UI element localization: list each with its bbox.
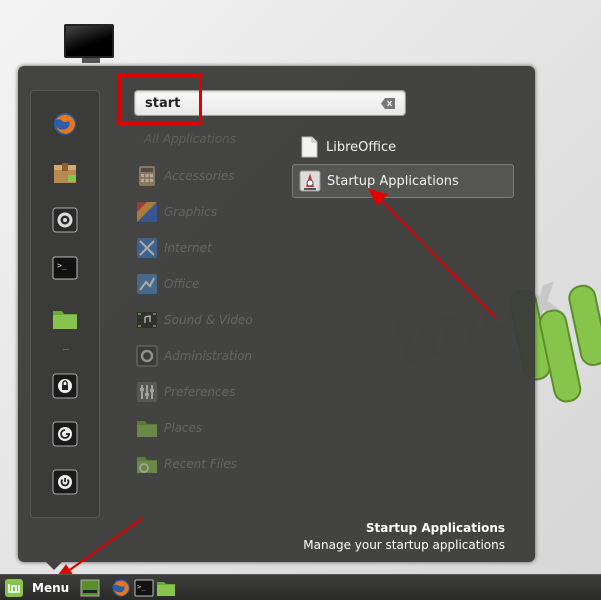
terminal-icon[interactable]: >_ (134, 578, 154, 598)
linux-mint-logo-icon (5, 579, 23, 597)
category-label: Administration (164, 349, 253, 363)
category-internet[interactable]: Internet (136, 236, 286, 260)
menu-button[interactable]: Menu (4, 577, 75, 599)
office-icon (137, 274, 157, 294)
category-label: Office (164, 277, 200, 291)
clear-search-icon[interactable] (381, 98, 395, 109)
startup-applications-icon (299, 170, 321, 192)
taskbar: Menu >_ (0, 574, 601, 600)
accessories-icon (139, 166, 155, 186)
description-text: Manage your startup applications (303, 538, 505, 552)
category-label: Sound & Video (164, 313, 253, 327)
folder-icon[interactable] (52, 305, 78, 331)
category-accessories[interactable]: Accessories (136, 164, 286, 188)
category-label: Places (164, 421, 203, 435)
category-administration[interactable]: Administration (136, 344, 286, 368)
preferences-icon (137, 382, 157, 402)
result-label: LibreOffice (326, 139, 397, 155)
folder-icon[interactable] (156, 578, 176, 598)
recent-files-icon (137, 457, 157, 473)
category-label: Recent Files (164, 457, 238, 471)
administration-icon (136, 345, 158, 367)
graphics-icon (137, 202, 157, 222)
computer-desktop-icon[interactable] (64, 24, 118, 66)
result-startup-applications[interactable]: Startup Applications (292, 164, 514, 198)
firefox-icon[interactable] (52, 111, 78, 137)
selection-description: Startup Applications Manage your startup… (303, 521, 505, 552)
terminal-icon[interactable]: >_ (52, 255, 78, 281)
category-preferences[interactable]: Preferences (136, 380, 286, 404)
firefox-icon[interactable] (111, 578, 131, 598)
svg-text:>_: >_ (57, 261, 67, 270)
category-sound-video[interactable]: Sound & Video (136, 308, 286, 332)
category-label: Accessories (164, 169, 235, 183)
internet-icon (137, 238, 157, 258)
places-icon (137, 421, 157, 437)
application-menu: >_ All Applications Accessories Graphics (18, 66, 535, 570)
logout-icon[interactable] (52, 421, 78, 447)
favorites-sidebar: >_ (30, 90, 100, 518)
category-office[interactable]: Office (136, 272, 286, 296)
category-all-applications[interactable]: All Applications (144, 132, 236, 146)
menu-label: Menu (32, 581, 70, 595)
annotation-highlight-box (118, 74, 202, 125)
document-icon (301, 136, 318, 158)
category-label: Graphics (164, 205, 217, 219)
sound-video-icon (137, 312, 157, 328)
monitor-icon (64, 24, 114, 58)
result-libreoffice[interactable]: LibreOffice (292, 130, 514, 164)
shutdown-icon[interactable] (52, 469, 78, 495)
result-label: Startup Applications (327, 173, 459, 189)
svg-text:>_: >_ (137, 583, 146, 591)
show-desktop-icon[interactable] (80, 578, 100, 598)
package-manager-icon[interactable] (52, 159, 78, 185)
description-title: Startup Applications (365, 521, 505, 535)
lock-screen-icon[interactable] (52, 373, 78, 399)
category-places[interactable]: Places (136, 416, 286, 440)
category-label: Internet (164, 241, 212, 255)
category-graphics[interactable]: Graphics (136, 200, 286, 224)
system-settings-icon[interactable] (52, 207, 78, 233)
category-label: Preferences (164, 385, 236, 399)
category-recent-files[interactable]: Recent Files (136, 452, 286, 476)
